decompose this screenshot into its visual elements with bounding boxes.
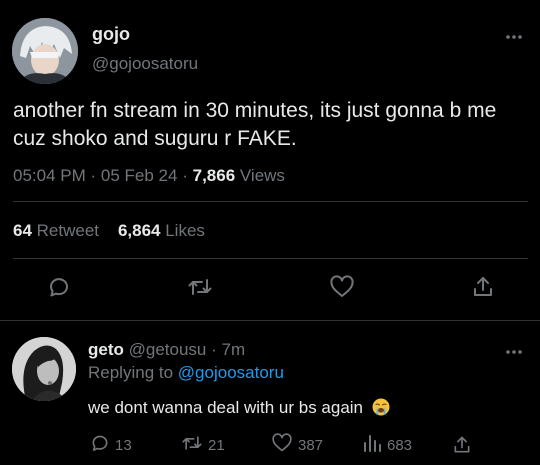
tweet-text: another fn stream in 30 minutes, its jus…: [13, 99, 497, 150]
avatar[interactable]: [12, 337, 76, 401]
replying-to: Replying to @gojoosatoru: [88, 363, 284, 383]
likes-label: Likes: [165, 221, 205, 240]
reply-time[interactable]: 7m: [222, 340, 246, 359]
views-icon: [362, 433, 382, 457]
tweet-actions: [0, 272, 540, 306]
separator: ·: [182, 166, 188, 185]
like-icon[interactable]: [328, 272, 356, 302]
likes-stat[interactable]: 6,864 Likes: [118, 221, 205, 240]
views-count: 683: [387, 436, 413, 454]
avatar[interactable]: [12, 18, 78, 84]
reply-icon[interactable]: [45, 272, 73, 302]
retweet-icon: [181, 433, 203, 457]
share-icon[interactable]: [452, 433, 472, 457]
handle[interactable]: @getousu: [129, 340, 207, 359]
divider: [13, 258, 528, 259]
tweet-date[interactable]: 05 Feb 24: [101, 166, 178, 185]
retweet-icon[interactable]: [186, 272, 214, 302]
reply-count: 13: [115, 436, 132, 454]
handle[interactable]: @gojoosatoru: [92, 54, 198, 74]
reply-tweet[interactable]: geto @getousu · 7m Replying to @gojoosat…: [0, 321, 540, 465]
retweet-count: 21: [208, 436, 225, 454]
reply-like-button[interactable]: 387: [271, 433, 323, 457]
reply-text: we dont wanna deal with ur bs again: [88, 398, 390, 421]
retweets-label: Retweet: [36, 221, 100, 240]
tweet-meta: 05:04 PM · 05 Feb 24 · 7,866 Views: [13, 166, 285, 186]
replying-label: Replying to: [88, 363, 174, 382]
more-icon[interactable]: [502, 345, 526, 359]
views-label: Views: [239, 166, 285, 185]
loudly-crying-face-icon: [372, 398, 390, 421]
separator: ·: [211, 340, 217, 359]
display-name[interactable]: gojo: [92, 24, 130, 45]
engagement-stats: 64 Retweet 6,864 Likes: [13, 221, 205, 241]
tweet-time[interactable]: 05:04 PM: [13, 166, 86, 185]
reply-actions: 13 21 387 683: [0, 433, 540, 457]
reply-retweet-button[interactable]: 21: [181, 433, 225, 457]
share-icon[interactable]: [469, 272, 497, 302]
like-icon: [271, 433, 293, 457]
retweets-stat[interactable]: 64 Retweet: [13, 221, 99, 240]
likes-count: 6,864: [117, 221, 161, 240]
retweets-count: 64: [13, 221, 32, 240]
like-count: 387: [298, 436, 324, 454]
divider: [13, 201, 528, 202]
separator: ·: [90, 166, 97, 185]
views-count: 7,866: [192, 166, 236, 185]
reply-views-button[interactable]: 683: [362, 433, 412, 457]
reply-text-content: we dont wanna deal with ur bs again: [88, 398, 364, 417]
reply-reply-button[interactable]: 13: [90, 433, 132, 457]
main-tweet: gojo @gojoosatoru another fn stream in 3…: [0, 0, 540, 320]
display-name[interactable]: geto: [88, 340, 124, 359]
reply-header: geto @getousu · 7m: [88, 340, 245, 360]
reply-icon: [90, 433, 110, 457]
replying-handle-link[interactable]: @gojoosatoru: [178, 363, 284, 382]
more-icon[interactable]: [502, 30, 526, 44]
